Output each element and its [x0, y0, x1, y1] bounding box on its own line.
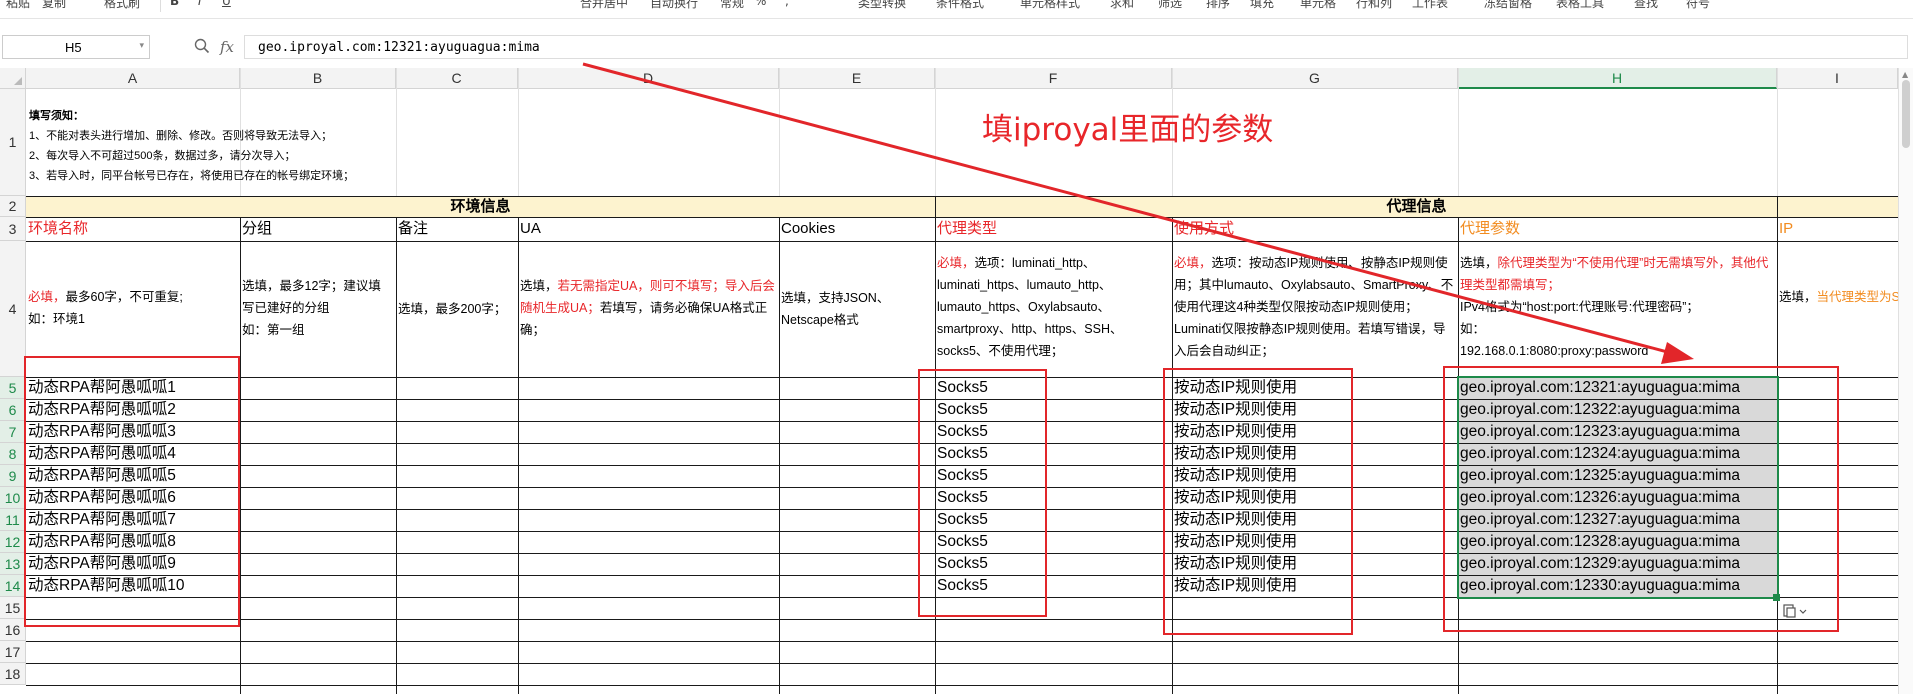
vertical-scrollbar[interactable]: ▲ — [1898, 68, 1913, 694]
annotation-arrow — [582, 62, 1694, 364]
scroll-thumb[interactable] — [1902, 80, 1910, 148]
scroll-up-icon[interactable]: ▲ — [1902, 70, 1908, 79]
